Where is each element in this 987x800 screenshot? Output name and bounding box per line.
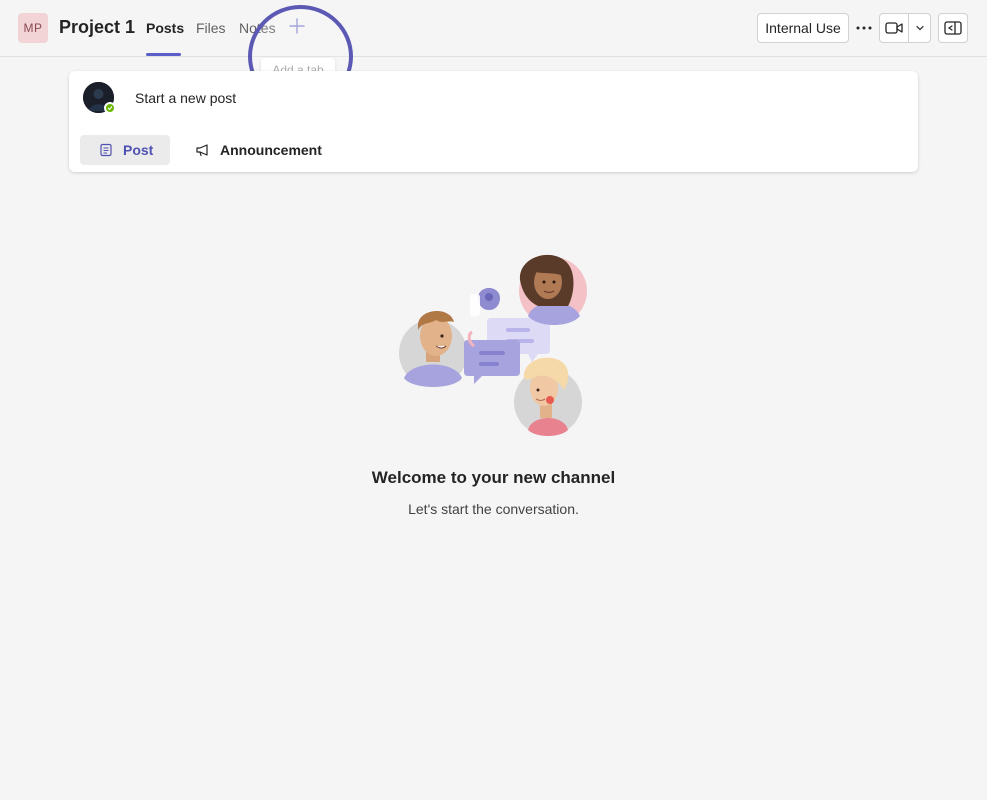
welcome-subtitle: Let's start the conversation. [408, 501, 579, 517]
team-name[interactable]: Project 1 [59, 17, 135, 38]
announcement-button[interactable]: Announcement [189, 135, 322, 165]
start-new-post-input[interactable]: Start a new post [135, 90, 236, 106]
megaphone-icon [196, 144, 208, 157]
meet-button-group [879, 13, 931, 43]
video-camera-icon [885, 22, 903, 34]
welcome-title: Welcome to your new channel [371, 468, 616, 487]
tab-notes[interactable]: Notes [239, 20, 276, 36]
add-tab-button[interactable] [287, 16, 307, 36]
post-icon [100, 143, 112, 157]
team-avatar[interactable]: MP [18, 13, 48, 43]
meet-now-button[interactable] [880, 14, 909, 42]
plus-icon [289, 18, 305, 34]
tab-files[interactable]: Files [196, 20, 226, 36]
announcement-button-label: Announcement [220, 142, 322, 158]
meet-options-dropdown[interactable] [909, 14, 930, 42]
sensitivity-label-button[interactable]: Internal Use [757, 13, 849, 43]
welcome-illustration [399, 254, 587, 436]
presence-available-icon [104, 102, 116, 114]
compose-card: Start a new post Post Announcement [69, 71, 918, 172]
active-tab-indicator [146, 53, 181, 56]
post-button-label: Post [123, 142, 154, 158]
more-options-button[interactable] [853, 16, 875, 40]
post-button[interactable]: Post [80, 135, 170, 165]
tab-posts[interactable]: Posts [146, 20, 184, 36]
panel-toggle-icon [944, 21, 962, 35]
channel-header: MP Project 1 Posts Files Notes Internal … [0, 0, 987, 57]
more-horizontal-icon [856, 26, 872, 30]
chevron-down-icon [915, 25, 924, 31]
toggle-panel-button[interactable] [938, 13, 968, 43]
